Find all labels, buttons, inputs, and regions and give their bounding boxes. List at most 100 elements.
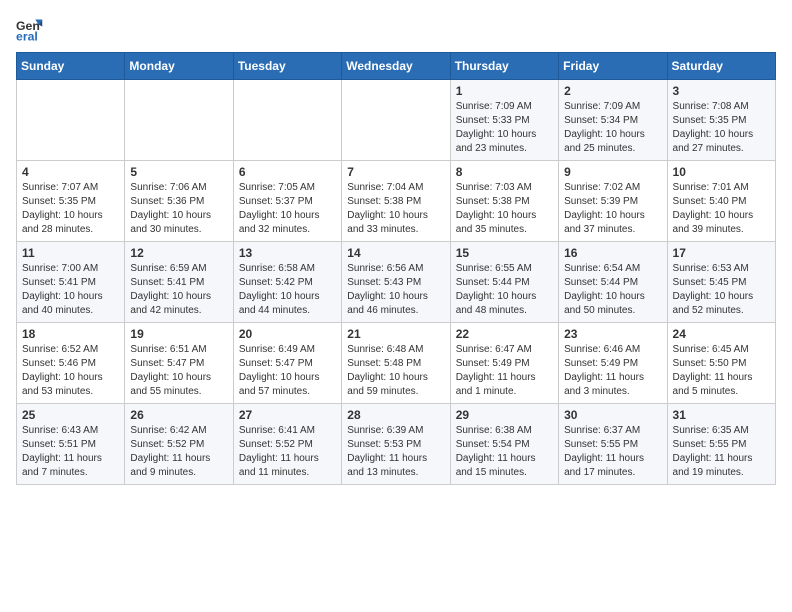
- cell-content: Sunrise: 7:09 AM Sunset: 5:34 PM Dayligh…: [564, 100, 661, 156]
- cell-content: Sunrise: 6:41 AM Sunset: 5:52 PM Dayligh…: [239, 424, 336, 480]
- weekday-header-tuesday: Tuesday: [233, 53, 341, 80]
- calendar-cell: 8 Sunrise: 7:03 AM Sunset: 5:38 PM Daylig…: [450, 161, 558, 242]
- cell-content: Sunrise: 6:39 AM Sunset: 5:53 PM Dayligh…: [347, 424, 444, 480]
- cell-content: Sunrise: 7:02 AM Sunset: 5:39 PM Dayligh…: [564, 181, 661, 237]
- calendar-week-row: 25 Sunrise: 6:43 AM Sunset: 5:51 PM Dayli…: [17, 404, 776, 485]
- cell-content: Sunrise: 6:43 AM Sunset: 5:51 PM Dayligh…: [22, 424, 119, 480]
- day-number: 6: [239, 165, 336, 179]
- calendar-cell: 21 Sunrise: 6:48 AM Sunset: 5:48 PM Dayli…: [342, 323, 450, 404]
- calendar-cell: 17 Sunrise: 6:53 AM Sunset: 5:45 PM Dayli…: [667, 242, 775, 323]
- weekday-header-monday: Monday: [125, 53, 233, 80]
- calendar-cell: 15 Sunrise: 6:55 AM Sunset: 5:44 PM Dayli…: [450, 242, 558, 323]
- calendar-cell: [17, 80, 125, 161]
- calendar-header-row: SundayMondayTuesdayWednesdayThursdayFrid…: [17, 53, 776, 80]
- calendar-cell: 27 Sunrise: 6:41 AM Sunset: 5:52 PM Dayli…: [233, 404, 341, 485]
- day-number: 11: [22, 246, 119, 260]
- cell-content: Sunrise: 6:58 AM Sunset: 5:42 PM Dayligh…: [239, 262, 336, 318]
- day-number: 2: [564, 84, 661, 98]
- calendar-cell: 10 Sunrise: 7:01 AM Sunset: 5:40 PM Dayli…: [667, 161, 775, 242]
- day-number: 8: [456, 165, 553, 179]
- weekday-header-thursday: Thursday: [450, 53, 558, 80]
- svg-text:eral: eral: [16, 30, 38, 44]
- calendar-cell: 30 Sunrise: 6:37 AM Sunset: 5:55 PM Dayli…: [559, 404, 667, 485]
- cell-content: Sunrise: 6:52 AM Sunset: 5:46 PM Dayligh…: [22, 343, 119, 399]
- day-number: 21: [347, 327, 444, 341]
- cell-content: Sunrise: 7:06 AM Sunset: 5:36 PM Dayligh…: [130, 181, 227, 237]
- calendar-cell: 7Sunrise: 7:04 AM Sunset: 5:38 PM Daylig…: [342, 161, 450, 242]
- calendar-cell: 12 Sunrise: 6:59 AM Sunset: 5:41 PM Dayli…: [125, 242, 233, 323]
- cell-content: Sunrise: 7:07 AM Sunset: 5:35 PM Dayligh…: [22, 181, 119, 237]
- day-number: 17: [673, 246, 770, 260]
- calendar-cell: 5Sunrise: 7:06 AM Sunset: 5:36 PM Daylig…: [125, 161, 233, 242]
- cell-content: Sunrise: 6:38 AM Sunset: 5:54 PM Dayligh…: [456, 424, 553, 480]
- cell-content: Sunrise: 7:01 AM Sunset: 5:40 PM Dayligh…: [673, 181, 770, 237]
- weekday-header-sunday: Sunday: [17, 53, 125, 80]
- day-number: 10: [673, 165, 770, 179]
- calendar-cell: 19 Sunrise: 6:51 AM Sunset: 5:47 PM Dayli…: [125, 323, 233, 404]
- calendar-cell: 9Sunrise: 7:02 AM Sunset: 5:39 PM Daylig…: [559, 161, 667, 242]
- calendar-cell: 18 Sunrise: 6:52 AM Sunset: 5:46 PM Dayli…: [17, 323, 125, 404]
- header: Gen eral: [16, 16, 776, 44]
- day-number: 14: [347, 246, 444, 260]
- calendar-cell: 2 Sunrise: 7:09 AM Sunset: 5:34 PM Daylig…: [559, 80, 667, 161]
- cell-content: Sunrise: 6:48 AM Sunset: 5:48 PM Dayligh…: [347, 343, 444, 399]
- day-number: 25: [22, 408, 119, 422]
- day-number: 7: [347, 165, 444, 179]
- day-number: 3: [673, 84, 770, 98]
- day-number: 18: [22, 327, 119, 341]
- cell-content: Sunrise: 7:00 AM Sunset: 5:41 PM Dayligh…: [22, 262, 119, 318]
- calendar-cell: 4 Sunrise: 7:07 AM Sunset: 5:35 PM Daylig…: [17, 161, 125, 242]
- day-number: 20: [239, 327, 336, 341]
- cell-content: Sunrise: 6:35 AM Sunset: 5:55 PM Dayligh…: [673, 424, 770, 480]
- day-number: 23: [564, 327, 661, 341]
- day-number: 4: [22, 165, 119, 179]
- cell-content: Sunrise: 6:51 AM Sunset: 5:47 PM Dayligh…: [130, 343, 227, 399]
- calendar-cell: [342, 80, 450, 161]
- calendar-cell: 22Sunrise: 6:47 AM Sunset: 5:49 PM Dayli…: [450, 323, 558, 404]
- day-number: 13: [239, 246, 336, 260]
- day-number: 27: [239, 408, 336, 422]
- day-number: 15: [456, 246, 553, 260]
- day-number: 12: [130, 246, 227, 260]
- calendar-cell: 23 Sunrise: 6:46 AM Sunset: 5:49 PM Dayli…: [559, 323, 667, 404]
- calendar-cell: 28Sunrise: 6:39 AM Sunset: 5:53 PM Dayli…: [342, 404, 450, 485]
- cell-content: Sunrise: 6:59 AM Sunset: 5:41 PM Dayligh…: [130, 262, 227, 318]
- weekday-header-saturday: Saturday: [667, 53, 775, 80]
- calendar-week-row: 11 Sunrise: 7:00 AM Sunset: 5:41 PM Dayli…: [17, 242, 776, 323]
- day-number: 30: [564, 408, 661, 422]
- day-number: 19: [130, 327, 227, 341]
- calendar-cell: 16Sunrise: 6:54 AM Sunset: 5:44 PM Dayli…: [559, 242, 667, 323]
- calendar-week-row: 4 Sunrise: 7:07 AM Sunset: 5:35 PM Daylig…: [17, 161, 776, 242]
- day-number: 31: [673, 408, 770, 422]
- calendar-cell: 24Sunrise: 6:45 AM Sunset: 5:50 PM Dayli…: [667, 323, 775, 404]
- calendar-cell: 14 Sunrise: 6:56 AM Sunset: 5:43 PM Dayli…: [342, 242, 450, 323]
- day-number: 26: [130, 408, 227, 422]
- cell-content: Sunrise: 7:09 AM Sunset: 5:33 PM Dayligh…: [456, 100, 553, 156]
- calendar-cell: 25 Sunrise: 6:43 AM Sunset: 5:51 PM Dayli…: [17, 404, 125, 485]
- calendar-cell: 6 Sunrise: 7:05 AM Sunset: 5:37 PM Daylig…: [233, 161, 341, 242]
- calendar-cell: [233, 80, 341, 161]
- cell-content: Sunrise: 6:45 AM Sunset: 5:50 PM Dayligh…: [673, 343, 770, 399]
- calendar-cell: 26Sunrise: 6:42 AM Sunset: 5:52 PM Dayli…: [125, 404, 233, 485]
- calendar-cell: 31 Sunrise: 6:35 AM Sunset: 5:55 PM Dayli…: [667, 404, 775, 485]
- cell-content: Sunrise: 6:53 AM Sunset: 5:45 PM Dayligh…: [673, 262, 770, 318]
- calendar-cell: 11 Sunrise: 7:00 AM Sunset: 5:41 PM Dayli…: [17, 242, 125, 323]
- calendar-cell: 1 Sunrise: 7:09 AM Sunset: 5:33 PM Daylig…: [450, 80, 558, 161]
- calendar-table: SundayMondayTuesdayWednesdayThursdayFrid…: [16, 52, 776, 485]
- day-number: 29: [456, 408, 553, 422]
- calendar-cell: 13 Sunrise: 6:58 AM Sunset: 5:42 PM Dayli…: [233, 242, 341, 323]
- weekday-header-friday: Friday: [559, 53, 667, 80]
- day-number: 16: [564, 246, 661, 260]
- calendar-cell: 3 Sunrise: 7:08 AM Sunset: 5:35 PM Daylig…: [667, 80, 775, 161]
- cell-content: Sunrise: 6:46 AM Sunset: 5:49 PM Dayligh…: [564, 343, 661, 399]
- logo: Gen eral: [16, 16, 48, 44]
- cell-content: Sunrise: 7:03 AM Sunset: 5:38 PM Dayligh…: [456, 181, 553, 237]
- cell-content: Sunrise: 7:08 AM Sunset: 5:35 PM Dayligh…: [673, 100, 770, 156]
- cell-content: Sunrise: 6:37 AM Sunset: 5:55 PM Dayligh…: [564, 424, 661, 480]
- day-number: 1: [456, 84, 553, 98]
- cell-content: Sunrise: 6:56 AM Sunset: 5:43 PM Dayligh…: [347, 262, 444, 318]
- cell-content: Sunrise: 7:05 AM Sunset: 5:37 PM Dayligh…: [239, 181, 336, 237]
- logo-icon: Gen eral: [16, 16, 44, 44]
- cell-content: Sunrise: 6:55 AM Sunset: 5:44 PM Dayligh…: [456, 262, 553, 318]
- calendar-week-row: 18 Sunrise: 6:52 AM Sunset: 5:46 PM Dayli…: [17, 323, 776, 404]
